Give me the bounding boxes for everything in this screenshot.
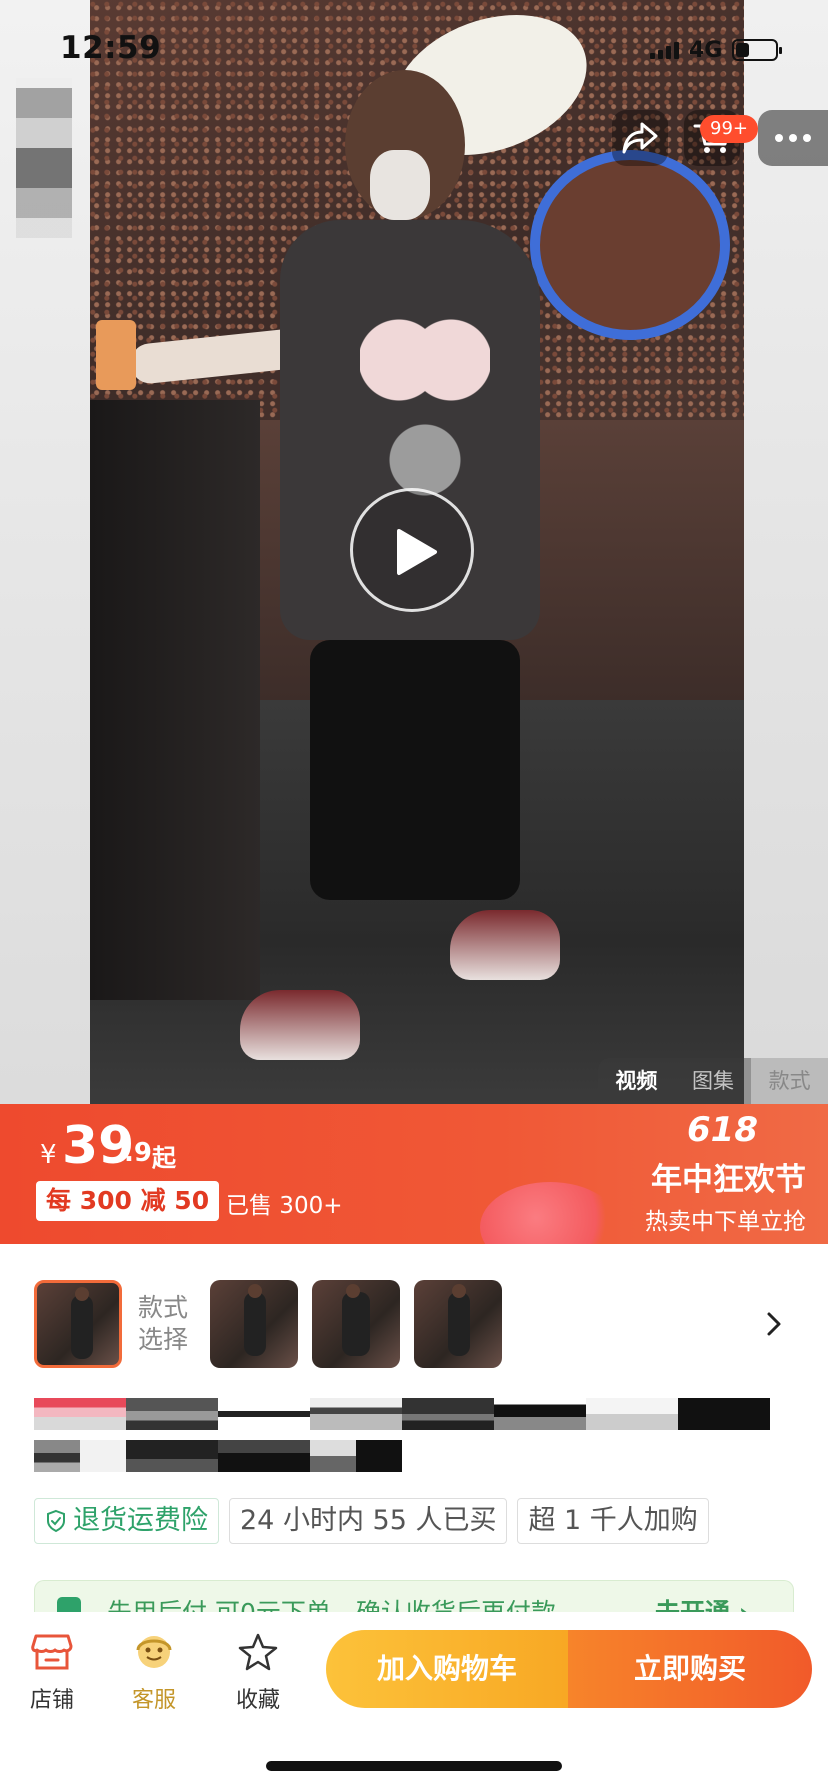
shield-check-icon bbox=[47, 1509, 65, 1533]
video-bowl bbox=[530, 150, 730, 340]
model-shoe-left bbox=[240, 990, 360, 1060]
favorite-label: 收藏 bbox=[235, 1688, 280, 1713]
pay-later-icon bbox=[57, 1597, 81, 1612]
battery-icon bbox=[732, 39, 783, 61]
status-indicators: 4G bbox=[650, 36, 783, 64]
price-decimal: .9 bbox=[124, 1138, 152, 1168]
price-suffix: 起 bbox=[152, 1144, 176, 1172]
more-dot-icon bbox=[803, 134, 811, 142]
variant-label[interactable]: 款式选择 bbox=[138, 1292, 198, 1356]
variant-thumb[interactable] bbox=[210, 1280, 298, 1368]
more-dot-icon bbox=[789, 134, 797, 142]
customer-service-button[interactable]: 客服 bbox=[114, 1632, 194, 1714]
customer-service-icon bbox=[136, 1636, 172, 1668]
coupon-badge[interactable]: 每 300 减 50 bbox=[36, 1181, 220, 1221]
star-icon bbox=[238, 1633, 278, 1671]
product-title bbox=[34, 1398, 774, 1498]
tag-label: 退货运费险 bbox=[73, 1505, 208, 1536]
sold-count: 已售 300+ bbox=[226, 1193, 343, 1219]
battery-level bbox=[736, 43, 750, 57]
tag-return-insurance[interactable]: 退货运费险 bbox=[34, 1498, 219, 1544]
variant-thumb[interactable] bbox=[414, 1280, 502, 1368]
back-button[interactable] bbox=[16, 78, 72, 238]
event-title: 年中狂欢节 bbox=[651, 1162, 806, 1198]
event-number: 618 bbox=[687, 1110, 758, 1150]
pay-later-action[interactable]: 去开通 › bbox=[655, 1593, 749, 1612]
network-type: 4G bbox=[689, 37, 723, 63]
customer-service-label: 客服 bbox=[131, 1688, 176, 1713]
store-label: 店铺 bbox=[29, 1688, 74, 1713]
price-currency: ¥ bbox=[40, 1140, 57, 1170]
play-icon bbox=[397, 529, 437, 575]
add-to-cart-button[interactable]: 加入购物车 bbox=[326, 1630, 568, 1708]
variant-thumb[interactable] bbox=[34, 1280, 122, 1368]
service-tags: 退货运费险 24 小时内 55 人已买 超 1 千人加购 bbox=[34, 1498, 709, 1544]
tag-recent-buyers[interactable]: 24 小时内 55 人已买 bbox=[229, 1498, 508, 1544]
model-shoe-right bbox=[450, 910, 560, 980]
signal-icon bbox=[650, 41, 679, 59]
video-cup bbox=[96, 320, 136, 390]
favorite-button[interactable]: 收藏 bbox=[218, 1632, 298, 1714]
media-tabs: 视频 图集 款式 bbox=[598, 1058, 828, 1104]
status-time: 12:59 bbox=[60, 30, 162, 66]
tab-styles[interactable]: 款式 bbox=[751, 1058, 828, 1104]
variant-thumb[interactable] bbox=[312, 1280, 400, 1368]
shirt-print bbox=[360, 300, 490, 500]
banner-decoration bbox=[480, 1182, 620, 1244]
buy-now-button[interactable]: 立即购买 bbox=[568, 1630, 812, 1708]
variant-selector[interactable]: 款式选择 bbox=[0, 1244, 828, 1368]
more-dot-icon bbox=[775, 134, 783, 142]
purchase-buttons: 加入购物车 立即购买 bbox=[326, 1630, 812, 1708]
home-indicator bbox=[266, 1761, 562, 1771]
share-button[interactable] bbox=[612, 110, 668, 166]
play-button[interactable] bbox=[350, 488, 474, 612]
product-media: 12:59 4G 99+ 视频 图集 款式 bbox=[0, 0, 828, 1104]
event-subtitle: 热卖中下单立抢 bbox=[645, 1209, 806, 1235]
model-pants bbox=[310, 640, 520, 900]
more-button[interactable] bbox=[758, 110, 828, 166]
tag-label: 24 小时内 55 人已买 bbox=[240, 1505, 497, 1536]
store-button[interactable]: 店铺 bbox=[12, 1632, 92, 1714]
tab-gallery[interactable]: 图集 bbox=[675, 1058, 752, 1104]
model-mask bbox=[370, 150, 430, 220]
cart-badge: 99+ bbox=[700, 115, 758, 143]
pay-later-banner[interactable]: 先用后付 可0元下单，确认收货后再付款 去开通 › bbox=[34, 1580, 794, 1612]
price-banner: ¥ 39 .9 起 每 300 减 50 已售 300+ 618 年中狂欢节 热… bbox=[0, 1104, 828, 1244]
chevron-right-icon[interactable] bbox=[764, 1310, 784, 1338]
share-icon bbox=[622, 122, 658, 154]
store-icon bbox=[31, 1634, 73, 1670]
pay-later-text: 先用后付 可0元下单，确认收货后再付款 bbox=[107, 1593, 556, 1612]
tab-video[interactable]: 视频 bbox=[598, 1058, 675, 1104]
video-counter bbox=[90, 400, 260, 1000]
tag-cart-adds[interactable]: 超 1 千人加购 bbox=[517, 1498, 709, 1544]
tag-label: 超 1 千人加购 bbox=[528, 1505, 698, 1536]
